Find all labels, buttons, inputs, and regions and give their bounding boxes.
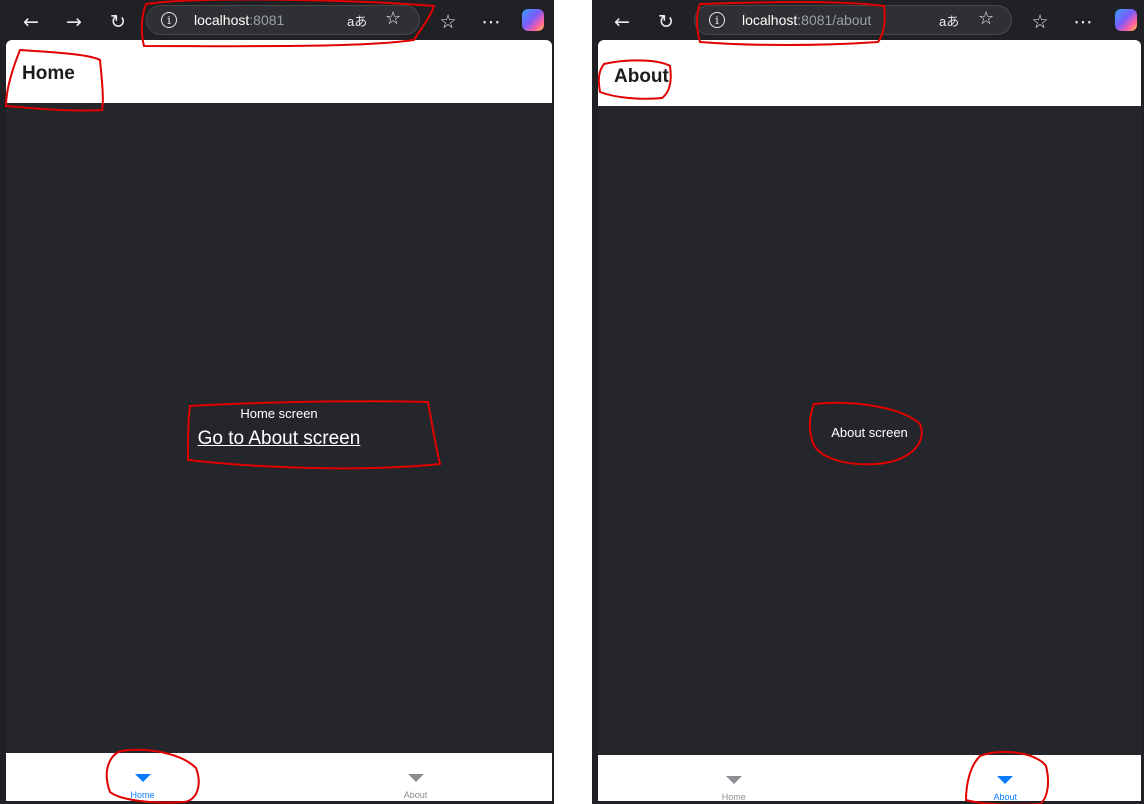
annotation-left-url: [140, 0, 436, 48]
annotation-overlay: [4, 0, 1049, 804]
annotation-left-home-tab: [105, 748, 200, 804]
annotation-left-content: [186, 400, 442, 470]
annotation-right-title: [597, 59, 672, 100]
annotation-right-content: [808, 401, 923, 466]
annotation-right-about-tab: [964, 750, 1049, 804]
annotation-left-title: [4, 49, 104, 112]
annotation-right-url: [696, 1, 886, 46]
